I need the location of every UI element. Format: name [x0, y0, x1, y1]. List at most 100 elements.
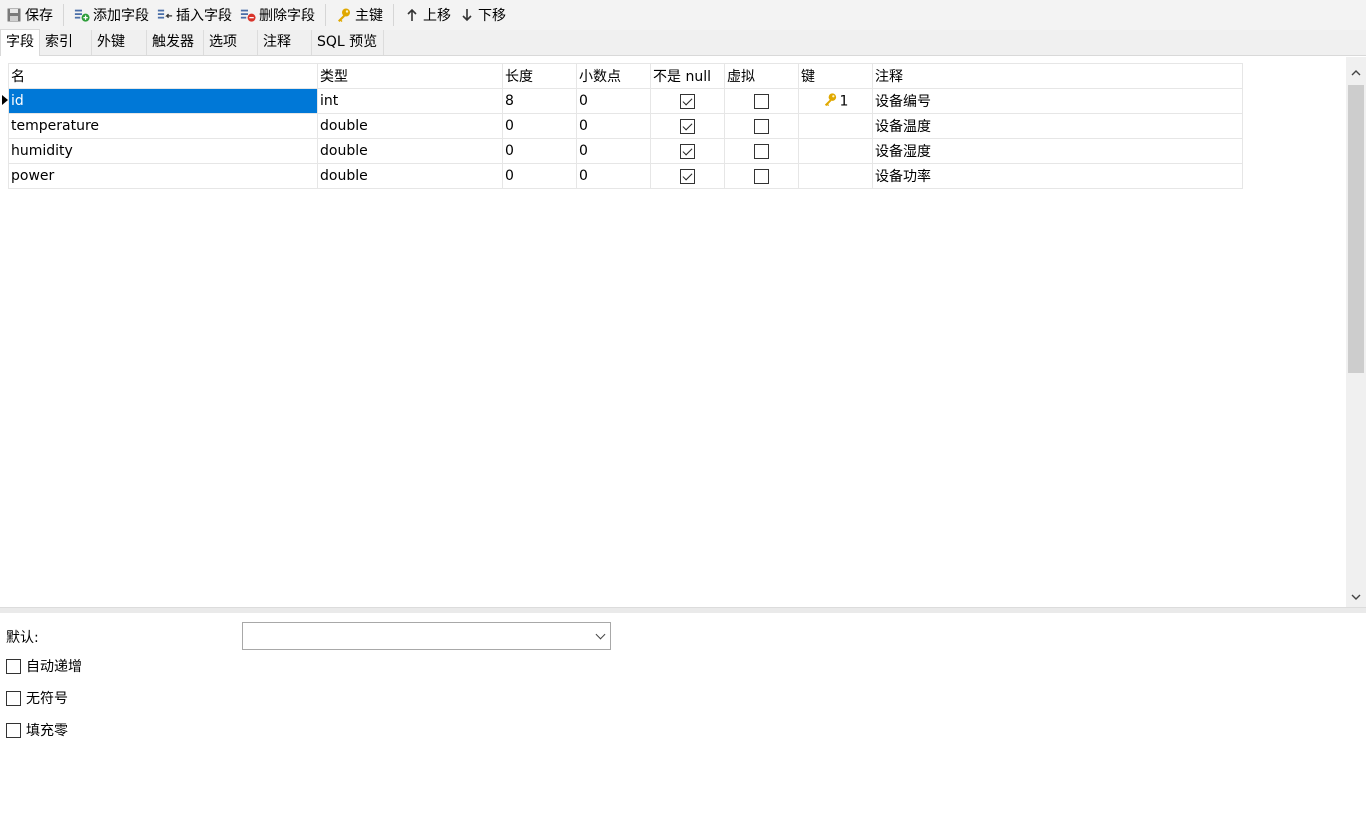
field-type-cell[interactable]: double	[317, 163, 503, 189]
scrollbar-thumb[interactable]	[1348, 85, 1364, 373]
virtual-checkbox[interactable]	[754, 118, 769, 134]
auto-increment-label: 自动递增	[26, 659, 82, 675]
column-header-type[interactable]: 类型	[317, 63, 503, 89]
not-null-checkbox[interactable]	[680, 168, 695, 184]
table-row[interactable]: temperature double 0 0 设备温度	[8, 113, 1243, 139]
tab-fields[interactable]: 字段	[0, 29, 40, 56]
delete-field-label: 删除字段	[259, 8, 315, 24]
column-header-name[interactable]: 名	[8, 63, 318, 89]
virtual-cell[interactable]	[724, 88, 799, 114]
unsigned-option[interactable]: 无符号	[6, 688, 68, 708]
virtual-cell[interactable]	[724, 138, 799, 164]
toolbar-separator	[325, 4, 326, 26]
field-comment-cell[interactable]: 设备编号	[872, 88, 1243, 114]
fields-grid: 名 类型 长度 小数点 不是 null 虚拟 键 注释 id int 8 0 1…	[0, 57, 1366, 607]
save-button[interactable]: 保存	[2, 3, 57, 27]
not-null-cell[interactable]	[650, 138, 725, 164]
key-cell[interactable]: 1	[798, 88, 873, 114]
zerofill-checkbox[interactable]	[6, 722, 21, 738]
not-null-checkbox[interactable]	[680, 118, 695, 134]
field-decimals-cell[interactable]: 0	[576, 113, 651, 139]
tab-comment[interactable]: 注释	[258, 30, 312, 55]
field-properties-panel: 默认: 自动递增 无符号 填充零	[0, 613, 1366, 816]
tab-sql-preview[interactable]: SQL 预览	[312, 30, 384, 55]
virtual-checkbox[interactable]	[754, 168, 769, 184]
field-type-cell[interactable]: double	[317, 138, 503, 164]
column-header-length[interactable]: 长度	[502, 63, 577, 89]
field-type-cell[interactable]: int	[317, 88, 503, 114]
field-type-cell[interactable]: double	[317, 113, 503, 139]
table-row[interactable]: humidity double 0 0 设备湿度	[8, 138, 1243, 164]
not-null-checkbox[interactable]	[680, 143, 695, 159]
auto-increment-checkbox[interactable]	[6, 658, 21, 674]
auto-increment-option[interactable]: 自动递增	[6, 656, 82, 676]
key-cell[interactable]	[798, 138, 873, 164]
field-name-cell[interactable]: humidity	[8, 138, 318, 164]
column-header-comment[interactable]: 注释	[872, 63, 1243, 89]
scroll-up-icon[interactable]	[1346, 63, 1366, 83]
key-cell[interactable]	[798, 163, 873, 189]
insert-field-label: 插入字段	[176, 8, 232, 24]
field-length-cell[interactable]: 8	[502, 88, 577, 114]
move-down-label: 下移	[478, 8, 506, 24]
move-down-button[interactable]: 下移	[455, 3, 510, 27]
virtual-cell[interactable]	[724, 163, 799, 189]
field-name-cell[interactable]: temperature	[8, 113, 318, 139]
delete-field-icon	[240, 7, 256, 23]
vertical-scrollbar[interactable]	[1346, 57, 1366, 607]
primary-key-button[interactable]: 主键	[332, 3, 387, 27]
zerofill-label: 填充零	[26, 723, 68, 739]
virtual-checkbox[interactable]	[754, 143, 769, 159]
column-header-key[interactable]: 键	[798, 63, 873, 89]
column-header-not-null[interactable]: 不是 null	[650, 63, 725, 89]
field-name-cell[interactable]: power	[8, 163, 318, 189]
column-header-decimals[interactable]: 小数点	[576, 63, 651, 89]
field-decimals-cell[interactable]: 0	[576, 163, 651, 189]
field-name-cell[interactable]: id	[8, 88, 318, 114]
column-header-virtual[interactable]: 虚拟	[724, 63, 799, 89]
virtual-cell[interactable]	[724, 113, 799, 139]
field-comment-cell[interactable]: 设备湿度	[872, 138, 1243, 164]
not-null-checkbox[interactable]	[680, 93, 695, 109]
zerofill-option[interactable]: 填充零	[6, 720, 68, 740]
field-comment-cell[interactable]: 设备温度	[872, 113, 1243, 139]
scroll-down-icon[interactable]	[1346, 587, 1366, 607]
table-row[interactable]: power double 0 0 设备功率	[8, 163, 1243, 189]
virtual-checkbox[interactable]	[754, 93, 769, 109]
fields-table: 名 类型 长度 小数点 不是 null 虚拟 键 注释 id int 8 0 1…	[8, 63, 1243, 189]
unsigned-label: 无符号	[26, 691, 68, 707]
field-comment-cell[interactable]: 设备功率	[872, 163, 1243, 189]
move-up-button[interactable]: 上移	[400, 3, 455, 27]
key-cell[interactable]	[798, 113, 873, 139]
chevron-down-icon[interactable]	[595, 629, 606, 640]
unsigned-checkbox[interactable]	[6, 690, 21, 706]
not-null-cell[interactable]	[650, 113, 725, 139]
tab-bar: 字段 索引 外键 触发器 选项 注释 SQL 预览	[0, 29, 1366, 56]
add-field-icon	[74, 7, 90, 23]
default-value-combobox[interactable]	[242, 622, 611, 650]
move-up-label: 上移	[423, 8, 451, 24]
arrow-down-icon	[459, 7, 475, 23]
field-length-cell[interactable]: 0	[502, 138, 577, 164]
tab-options[interactable]: 选项	[204, 30, 258, 55]
delete-field-button[interactable]: 删除字段	[236, 3, 319, 27]
toolbar-separator	[63, 4, 64, 26]
insert-field-button[interactable]: 插入字段	[153, 3, 236, 27]
default-label: 默认:	[6, 630, 39, 646]
not-null-cell[interactable]	[650, 88, 725, 114]
add-field-label: 添加字段	[93, 8, 149, 24]
toolbar: 保存 添加字段 插入字段 删除字段 主键 上移 下移	[0, 0, 1366, 30]
field-length-cell[interactable]: 0	[502, 163, 577, 189]
tab-indexes[interactable]: 索引	[40, 30, 92, 55]
field-length-cell[interactable]: 0	[502, 113, 577, 139]
insert-field-icon	[157, 7, 173, 23]
field-decimals-cell[interactable]: 0	[576, 138, 651, 164]
field-decimals-cell[interactable]: 0	[576, 88, 651, 114]
primary-key-icon	[823, 92, 838, 111]
table-row[interactable]: id int 8 0 1 设备编号	[8, 88, 1243, 114]
arrow-up-icon	[404, 7, 420, 23]
add-field-button[interactable]: 添加字段	[70, 3, 153, 27]
tab-foreign-keys[interactable]: 外键	[92, 30, 147, 55]
tab-triggers[interactable]: 触发器	[147, 30, 204, 55]
not-null-cell[interactable]	[650, 163, 725, 189]
